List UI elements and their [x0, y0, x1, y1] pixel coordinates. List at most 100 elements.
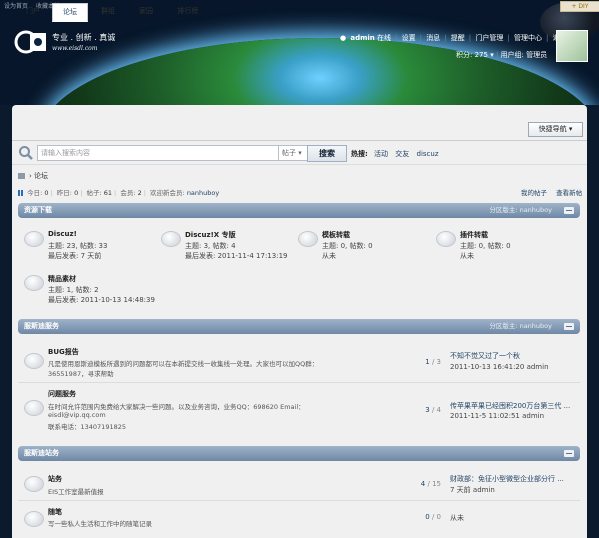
- hot-item-activity[interactable]: 活动: [374, 150, 388, 158]
- tab-groups[interactable]: 群组: [92, 3, 124, 20]
- hot-label: 热搜:: [351, 150, 368, 158]
- user-credit-line: 积分: 275 ▾ | 用户组: 管理员: [456, 51, 548, 59]
- search-type-select[interactable]: 帖子 ▾: [278, 145, 310, 161]
- collapse-icon[interactable]: [564, 450, 574, 457]
- credit-link[interactable]: 积分: 275: [456, 51, 488, 59]
- user-icon: ●: [340, 34, 347, 42]
- settings-link[interactable]: 设置: [402, 34, 416, 42]
- forum-stats: 今日: 0 | 昨日: 0 | 帖子: 61 | 会员: 2 | 欢迎新会员: nanh…: [18, 187, 219, 197]
- main-nav-tabs: [12, 120, 587, 141]
- tab-home[interactable]: 家园: [130, 3, 162, 20]
- forum-name[interactable]: 精品素材: [48, 274, 76, 284]
- category-header-site[interactable]: 服斯迪站务: [18, 446, 580, 461]
- search-icon: [19, 146, 33, 160]
- newest-member-link[interactable]: nanhuboy: [187, 189, 219, 197]
- quick-nav-button[interactable]: 快捷导航 ▾: [528, 122, 583, 137]
- forum-name[interactable]: 模板转载: [322, 230, 350, 240]
- quick-nav-label: 快捷导航: [538, 125, 567, 133]
- forum-stats: 主题: 3, 帖数: 4: [185, 242, 236, 250]
- forum-last-post[interactable]: 最后发表: 2011-10-13 14:48:39: [48, 295, 155, 305]
- admin-center-link[interactable]: 管理中心: [514, 34, 542, 42]
- username-link[interactable]: admin: [350, 34, 374, 42]
- home-icon[interactable]: [18, 173, 25, 179]
- planet-artwork: [40, 38, 599, 105]
- view-new-posts-link[interactable]: 查看新帖: [556, 189, 582, 197]
- forum-description: 凡是使用恩斯迪模板所遇到的问题都可以在本新提交线一收集线一处理。大家也可以加QQ…: [48, 360, 319, 368]
- forum-icon: [24, 511, 44, 527]
- category-title: 服斯迪站务: [24, 449, 59, 457]
- forum-name[interactable]: 随笔: [48, 507, 62, 517]
- forum-stats: 主题: 0, 帖数: 0: [322, 242, 373, 250]
- forum-last-post[interactable]: 最后发表: 7 天前: [48, 251, 101, 261]
- my-posts-link[interactable]: 我的帖子: [521, 189, 547, 197]
- forum-icon: [436, 231, 456, 247]
- category-header-downloads[interactable]: 资源下载 分区版主: nanhuboy: [18, 203, 580, 218]
- forum-icon: [24, 353, 44, 369]
- usergroup-link[interactable]: 用户组: 管理员: [501, 51, 548, 59]
- forum-name[interactable]: Discuz!X 专版: [185, 230, 236, 240]
- forum-last-meta: 2011-10-13 16:41:20 admin: [450, 363, 549, 371]
- forum-last-thread: 从未: [450, 514, 464, 522]
- forum-counts: 1 / 3: [425, 358, 441, 366]
- divider: [18, 500, 580, 501]
- forum-counts: 3 / 4: [425, 406, 441, 414]
- forum-last-post: 从未: [460, 252, 474, 260]
- category-header-service[interactable]: 服斯迪服务 分区版主: nanhuboy: [18, 319, 580, 334]
- divider: [18, 382, 580, 383]
- forum-counts: 4 / 15: [420, 480, 441, 488]
- search-type-value: 帖子: [282, 149, 296, 157]
- collapse-icon[interactable]: [564, 207, 574, 214]
- category-moderator: 分区版主: nanhuboy: [489, 206, 552, 214]
- forum-last-meta: 2011-11-5 11:02:51 admin: [450, 412, 545, 420]
- forum-last-meta: 7 天前 admin: [450, 486, 495, 494]
- forum-name[interactable]: Discuz!: [48, 230, 77, 238]
- online-status: 在线: [377, 34, 391, 42]
- chevron-down-icon[interactable]: ▾: [490, 51, 494, 59]
- site-logo[interactable]: [14, 30, 48, 54]
- category-title: 资源下载: [24, 206, 52, 214]
- right-links: 我的帖子 查看新帖: [514, 187, 582, 197]
- forum-description: 36551987，寻求帮助: [48, 370, 114, 378]
- breadcrumb-current[interactable]: 论坛: [34, 172, 48, 180]
- forum-description: EIS工作室最新值报: [48, 488, 104, 496]
- stats-chart-icon: [18, 190, 25, 196]
- portal-admin-link[interactable]: 门户管理: [475, 34, 503, 42]
- search-button[interactable]: 搜索: [307, 145, 347, 162]
- forum-icon: [298, 231, 318, 247]
- forum-name[interactable]: 站务: [48, 474, 62, 484]
- brand-url: www.eisdl.com: [52, 45, 98, 52]
- hot-searches: 热搜: 活动 交友 discuz: [351, 149, 444, 159]
- forum-icon: [24, 476, 44, 492]
- forum-name[interactable]: 插件转载: [460, 230, 488, 240]
- notifications-link[interactable]: 提醒: [451, 34, 465, 42]
- diy-button[interactable]: + DIY: [560, 1, 599, 12]
- forum-last-thread[interactable]: 不知不觉又过了一个秋: [450, 351, 520, 361]
- category-moderator: 分区版主: nanhuboy: [489, 322, 552, 330]
- forum-stats: 主题: 1, 帖数: 2: [48, 286, 99, 294]
- forum-last-post: 从未: [322, 252, 336, 260]
- hot-item-friends[interactable]: 交友: [395, 150, 409, 158]
- user-nav: ● admin 在线| 设置| 消息| 提醒| 门户管理| 管理中心| 退出: [340, 33, 569, 43]
- tab-ranking[interactable]: 排行榜: [168, 3, 208, 20]
- tab-forum[interactable]: 论坛: [52, 3, 88, 22]
- forum-name[interactable]: BUG报告: [48, 347, 79, 357]
- category-title: 服斯迪服务: [24, 322, 59, 330]
- forum-last-thread[interactable]: 财政部：免征小型微型企业部分行 ...: [450, 474, 564, 484]
- forum-stats: 主题: 23, 帖数: 33: [48, 242, 108, 250]
- tab-portal[interactable]: 门户: [18, 3, 48, 20]
- breadcrumb: › 论坛: [18, 171, 48, 181]
- messages-link[interactable]: 消息: [426, 34, 440, 42]
- forum-last-thread[interactable]: 传苹果苹果已经囤积200万台第三代 ...: [450, 401, 570, 411]
- forum-name[interactable]: 问题服务: [48, 389, 76, 399]
- forum-description: 写一些私人生活和工作中的随笔记录: [48, 520, 152, 528]
- forum-last-post[interactable]: 最后发表: 2011-11-4 17:13:19: [185, 251, 287, 261]
- forum-stats: 主题: 0, 帖数: 0: [460, 242, 511, 250]
- collapse-icon[interactable]: [564, 323, 574, 330]
- forum-counts: 0 / 0: [425, 513, 441, 521]
- forum-icon: [24, 231, 44, 247]
- avatar[interactable]: [556, 30, 588, 62]
- brand-slogan: 专业 . 创新 . 真诚: [52, 33, 116, 42]
- hot-item-discuz[interactable]: discuz: [417, 150, 439, 158]
- search-input[interactable]: 请输入搜索内容: [37, 145, 282, 161]
- forum-icon: [24, 275, 44, 291]
